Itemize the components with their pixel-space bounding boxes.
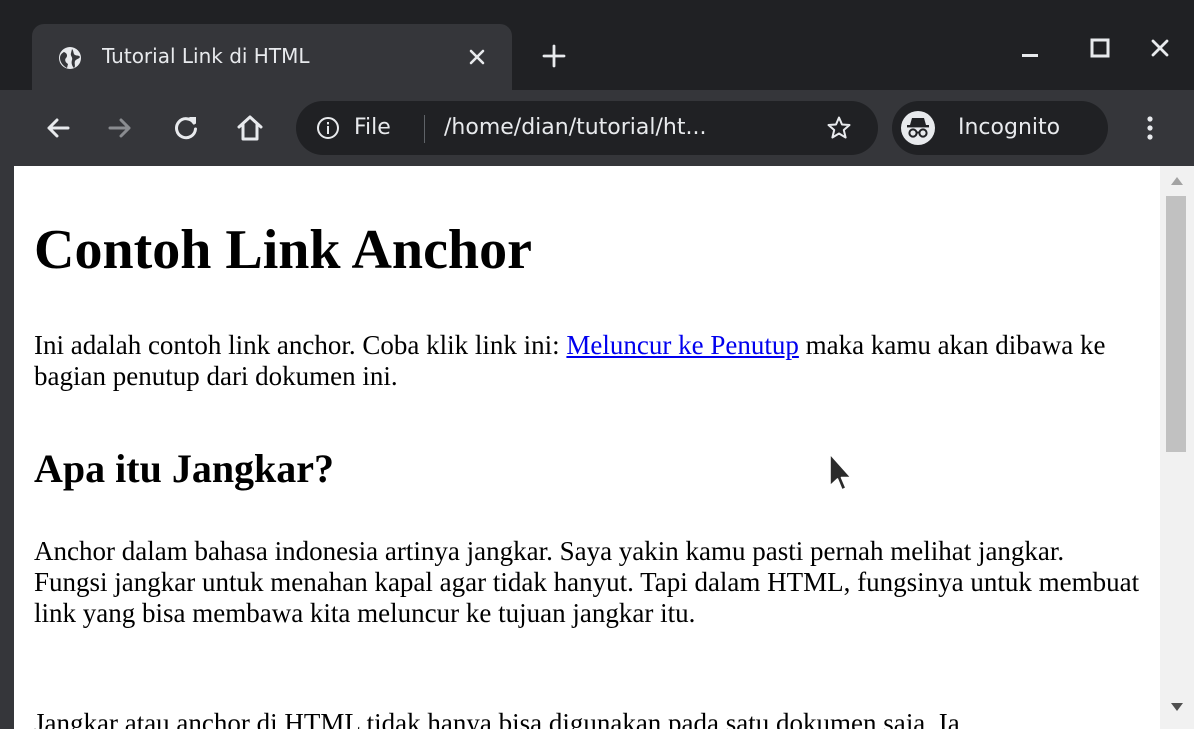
globe-icon: [59, 47, 81, 69]
anchor-paragraph: Anchor dalam bahasa indonesia artinya ja…: [34, 536, 1140, 628]
page-viewport: Contoh Link Anchor Ini adalah contoh lin…: [14, 166, 1160, 729]
tab-strip: Tutorial Link di HTML: [0, 0, 1194, 90]
incognito-badge[interactable]: Incognito: [892, 101, 1108, 155]
home-icon[interactable]: [234, 112, 266, 144]
tab-active[interactable]: Tutorial Link di HTML: [32, 24, 512, 90]
toolbar: File /home/dian/tutorial/ht... Incognito: [0, 90, 1194, 166]
info-icon[interactable]: [316, 116, 340, 140]
url-text[interactable]: /home/dian/tutorial/ht...: [444, 113, 814, 143]
forward-arrow-icon[interactable]: [104, 112, 136, 144]
intro-paragraph: Ini adalah contoh link anchor. Coba klik…: [34, 330, 1144, 392]
url-separator: [424, 115, 425, 143]
page-heading: Contoh Link Anchor: [34, 219, 532, 281]
reload-icon[interactable]: [170, 112, 202, 144]
back-arrow-icon[interactable]: [42, 112, 74, 144]
url-scheme-label: File: [354, 115, 391, 140]
tab-title: Tutorial Link di HTML: [102, 44, 310, 68]
minimize-icon[interactable]: [1016, 34, 1044, 62]
scroll-up-arrow-icon[interactable]: [1169, 174, 1185, 188]
address-bar[interactable]: File /home/dian/tutorial/ht...: [296, 101, 878, 155]
maximize-icon[interactable]: [1086, 34, 1114, 62]
section-heading: Apa itu Jangkar?: [34, 446, 335, 491]
incognito-icon: [901, 111, 935, 145]
incognito-label: Incognito: [958, 115, 1061, 140]
anchor-link[interactable]: Meluncur ke Penutup: [566, 330, 798, 360]
vertical-scrollbar[interactable]: [1160, 166, 1194, 729]
scroll-down-arrow-icon[interactable]: [1169, 700, 1185, 714]
partial-paragraph: Jangkar atau anchor di HTML tidak hanya …: [34, 708, 960, 729]
more-menu-icon[interactable]: [1134, 112, 1166, 144]
close-window-icon[interactable]: [1146, 34, 1174, 62]
intro-text-before: Ini adalah contoh link anchor. Coba klik…: [34, 330, 567, 360]
window-frame-left: [0, 166, 14, 729]
scrollbar-thumb[interactable]: [1166, 196, 1186, 452]
browser-window: Tutorial Link di HTML File /home/dian/tu…: [0, 0, 1194, 729]
mouse-cursor-icon: [829, 453, 852, 491]
bookmark-star-icon[interactable]: [826, 115, 852, 141]
close-tab-icon[interactable]: [464, 44, 490, 70]
new-tab-icon[interactable]: [540, 42, 568, 70]
